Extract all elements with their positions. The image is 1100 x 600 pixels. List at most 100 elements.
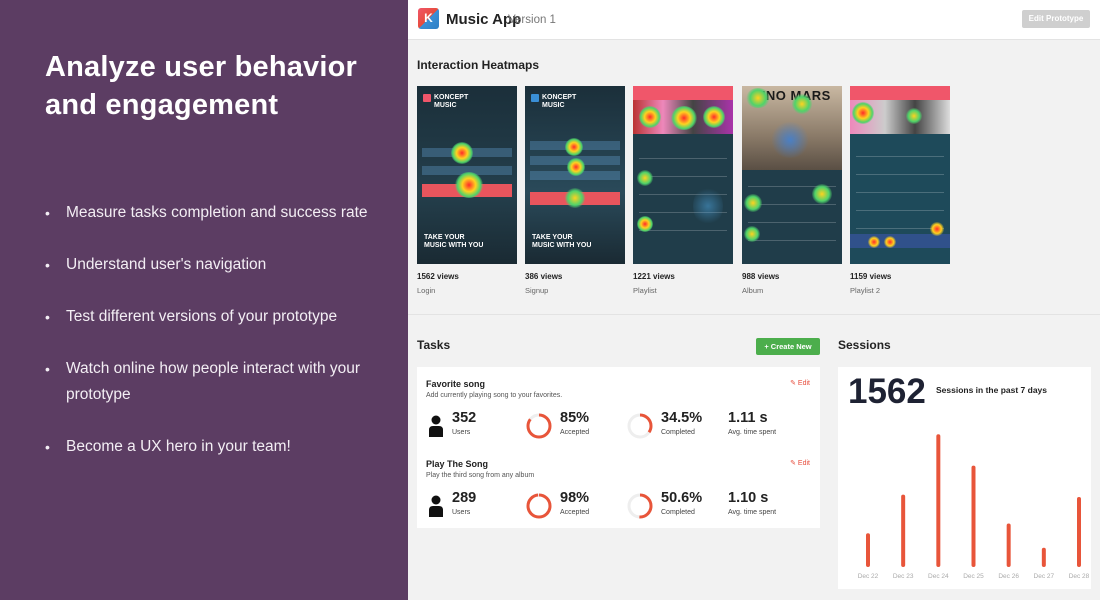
heat-spot	[637, 170, 653, 186]
heat-spot	[744, 226, 760, 242]
heatmap-tagline-text: TAKE YOUR MUSIC WITH YOU	[532, 234, 592, 249]
create-task-button[interactable]: + Create New	[756, 338, 820, 355]
sessions-x-tick-label: Dec 24	[928, 573, 949, 580]
time-metric: 1.10 s Avg. time spent	[728, 490, 776, 516]
task-name: Favorite song	[426, 379, 486, 389]
heatmap-views: 1221 views	[633, 272, 675, 281]
accepted-metric: 98% Accepted	[560, 490, 589, 516]
heatmap-signup[interactable]: KONCEPT MUSIC TAKE YOUR MUSIC WITH YOU 3…	[525, 86, 625, 295]
completed-ring-icon	[627, 493, 653, 519]
sessions-x-tick-label: Dec 28	[1069, 573, 1090, 580]
sessions-bar	[1041, 547, 1046, 567]
heat-spot	[637, 216, 653, 232]
heat-spot	[852, 102, 874, 124]
app-window: K Music App Version 1 Edit Prototype Int…	[408, 0, 1100, 600]
promo-bullet: Understand user's navigation	[45, 252, 385, 278]
task-description: Add currently playing song to your favor…	[426, 392, 563, 399]
heatmap-brand-text: KONCEPT MUSIC	[434, 94, 469, 109]
tasks-title: Tasks	[417, 338, 451, 352]
promo-bullet-list: Measure tasks completion and success rat…	[45, 200, 385, 486]
heatmap-playlist[interactable]: 1221 views Playlist	[633, 86, 733, 295]
brand-logo-icon	[423, 94, 431, 102]
heatmaps-row: KONCEPT MUSIC TAKE YOUR MUSIC WITH YOU 1…	[417, 86, 1097, 301]
heatmap-album-image: UNO MARS	[742, 86, 842, 264]
heatmap-views: 988 views	[742, 272, 780, 281]
accepted-ring-icon	[526, 493, 552, 519]
list-divider	[748, 222, 836, 223]
heat-spot	[693, 186, 723, 226]
heat-spot	[455, 172, 483, 198]
section-divider	[408, 314, 1100, 315]
app-version: Version 1	[508, 14, 556, 26]
ring-progress-arc	[526, 493, 552, 519]
sessions-bar	[1077, 497, 1081, 567]
heatmap-label: Login	[417, 286, 436, 295]
completed-ring-icon	[627, 413, 653, 439]
heatmap-tagline-text: TAKE YOUR MUSIC WITH YOU	[424, 234, 484, 249]
list-divider	[856, 210, 944, 211]
heat-spot	[746, 88, 770, 108]
task-edit-link[interactable]: ✎ Edit	[790, 379, 810, 387]
heat-spot	[567, 158, 585, 176]
tasks-card: Favorite song Add currently playing song…	[417, 367, 820, 528]
time-value: 1.10 s	[728, 490, 769, 506]
promo-bullet: Test different versions of your prototyp…	[45, 304, 385, 330]
promo-bullet: Watch online how people interact with yo…	[45, 356, 385, 408]
heatmap-brand-text: KONCEPT MUSIC	[542, 94, 577, 109]
time-label: Avg. time spent	[728, 509, 777, 516]
sessions-x-tick-label: Dec 23	[893, 573, 914, 580]
task-description: Play the third song from any album	[426, 472, 535, 479]
heat-spot	[884, 236, 896, 248]
heat-spot	[770, 122, 810, 158]
sessions-bar	[901, 494, 906, 567]
promo-panel: Analyze user behavior and engagement Mea…	[0, 0, 408, 600]
heat-spot	[639, 106, 661, 128]
heat-spot	[792, 94, 812, 114]
accepted-metric: 85% Accepted	[560, 410, 589, 436]
list-divider	[856, 156, 944, 157]
app-logo-icon: K	[418, 8, 439, 29]
heatmap-login[interactable]: KONCEPT MUSIC TAKE YOUR MUSIC WITH YOU 1…	[417, 86, 517, 295]
edit-prototype-button[interactable]: Edit Prototype	[1022, 10, 1090, 28]
accepted-label: Accepted	[560, 509, 590, 516]
users-label: Users	[452, 429, 471, 436]
heat-spot	[671, 106, 697, 130]
sessions-bar	[971, 465, 976, 567]
sessions-title: Sessions	[838, 338, 891, 352]
sessions-x-tick-label: Dec 22	[858, 573, 879, 580]
sessions-bar	[866, 533, 870, 567]
completed-metric: 50.6% Completed	[661, 490, 702, 516]
heatmap-views: 1159 views	[850, 272, 892, 281]
list-divider	[748, 240, 836, 241]
heatmap-album[interactable]: UNO MARS 988 views Album	[742, 86, 842, 295]
heatmaps-title: Interaction Heatmaps	[417, 58, 540, 72]
sessions-bar	[936, 434, 941, 567]
heat-spot	[868, 236, 880, 248]
task-edit-link[interactable]: ✎ Edit	[790, 459, 810, 467]
list-divider	[856, 192, 944, 193]
sessions-x-tick-label: Dec 26	[998, 573, 1019, 580]
promo-title: Analyze user behavior and engagement	[45, 51, 358, 121]
heat-spot	[565, 188, 585, 208]
completed-metric: 34.5% Completed	[661, 410, 702, 436]
task-name: Play The Song	[426, 459, 489, 469]
heat-spot	[565, 138, 583, 156]
users-label: Users	[452, 509, 471, 516]
heatmap-playlist-2[interactable]: 1159 views Playlist 2	[850, 86, 950, 295]
heatmap-playlist-2-image	[850, 86, 950, 264]
heatmap-label: Playlist	[633, 286, 657, 295]
sessions-x-tick-label: Dec 27	[1034, 573, 1055, 580]
completed-label: Completed	[661, 429, 695, 436]
sessions-x-tick-label: Dec 25	[963, 573, 984, 580]
promo-bullet: Become a UX hero in your team!	[45, 434, 385, 460]
users-metric: 352 Users	[452, 410, 476, 436]
heatmap-label: Signup	[525, 286, 549, 295]
users-value: 352	[452, 410, 477, 426]
time-metric: 1.11 s Avg. time spent	[728, 410, 776, 436]
heatmap-views: 386 views	[525, 272, 563, 281]
list-divider	[639, 158, 727, 159]
completed-label: Completed	[661, 509, 695, 516]
heatmap-label: Playlist 2	[850, 286, 881, 295]
sessions-chart: Dec 22 Dec 23 Dec 24 Dec 25 Dec 26 Dec 27 Dec …	[858, 434, 1090, 580]
heatmap-label: Album	[742, 286, 764, 295]
